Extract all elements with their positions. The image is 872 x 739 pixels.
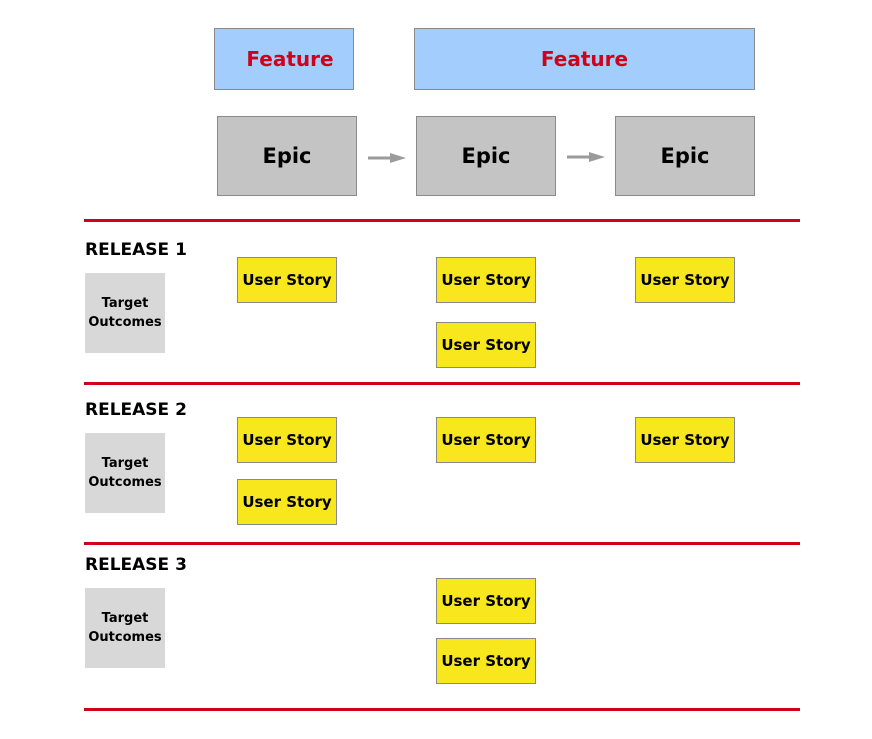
user-story-card: User Story (436, 257, 536, 303)
user-story-label: User Story (441, 652, 531, 670)
epic-box-3: Epic (615, 116, 755, 196)
epic-label: Epic (660, 144, 710, 168)
feature-label: Feature (540, 47, 629, 71)
user-story-label: User Story (242, 431, 332, 449)
release-1-label: RELEASE 1 (85, 240, 187, 260)
user-story-label: User Story (242, 271, 332, 289)
target-outcomes-box: Target Outcomes (85, 273, 165, 353)
release-3-label: RELEASE 3 (85, 555, 187, 575)
epic-label: Epic (262, 144, 312, 168)
user-story-label: User Story (441, 431, 531, 449)
epic-box-1: Epic (217, 116, 357, 196)
user-story-label: User Story (640, 431, 730, 449)
user-story-label: User Story (441, 336, 531, 354)
release-divider (84, 382, 800, 385)
release-2-label: RELEASE 2 (85, 400, 187, 420)
user-story-card: User Story (237, 479, 337, 525)
release-divider (84, 219, 800, 222)
user-story-card: User Story (436, 417, 536, 463)
release-divider (84, 708, 800, 711)
target-outcomes-label: Target Outcomes (88, 611, 162, 645)
target-outcomes-box: Target Outcomes (85, 588, 165, 668)
user-story-card: User Story (436, 638, 536, 684)
target-outcomes-label: Target Outcomes (88, 456, 162, 490)
user-story-label: User Story (242, 493, 332, 511)
epic-label: Epic (461, 144, 511, 168)
user-story-card: User Story (436, 578, 536, 624)
user-story-label: User Story (441, 592, 531, 610)
feature-box-2: Feature (414, 28, 755, 90)
release-divider (84, 542, 800, 545)
target-outcomes-label: Target Outcomes (88, 296, 162, 330)
feature-box-1: Feature (214, 28, 354, 90)
user-story-card: User Story (237, 257, 337, 303)
arrow-right-icon (567, 152, 605, 162)
user-story-card: User Story (436, 322, 536, 368)
arrow-right-icon (368, 153, 406, 163)
user-story-label: User Story (640, 271, 730, 289)
feature-label: Feature (246, 47, 334, 71)
user-story-card: User Story (635, 257, 735, 303)
target-outcomes-box: Target Outcomes (85, 433, 165, 513)
epic-box-2: Epic (416, 116, 556, 196)
user-story-label: User Story (441, 271, 531, 289)
user-story-card: User Story (635, 417, 735, 463)
user-story-card: User Story (237, 417, 337, 463)
